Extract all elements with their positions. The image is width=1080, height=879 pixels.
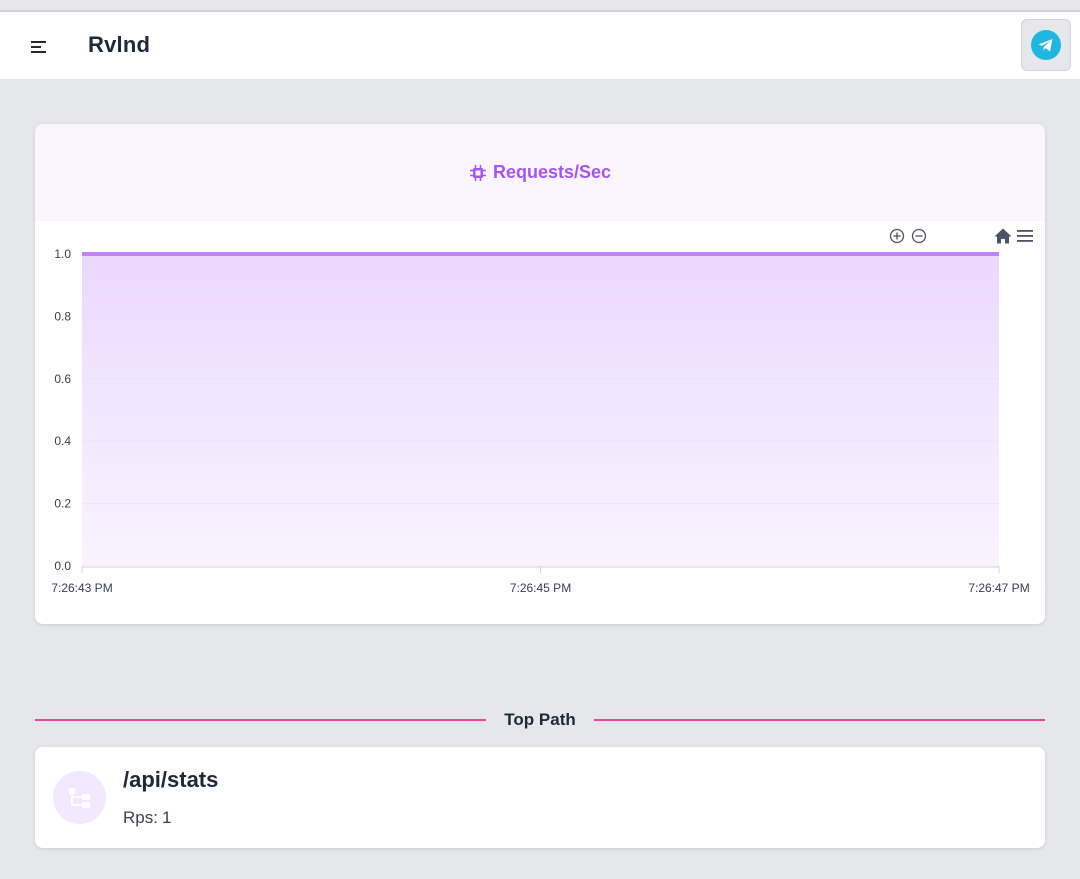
y-tick-label: 0.6 xyxy=(54,372,71,386)
tree-structure-icon xyxy=(68,787,90,808)
path-avatar xyxy=(53,771,106,824)
series-area xyxy=(82,254,999,566)
chart-card-header: Requests/Sec xyxy=(35,124,1045,221)
path-rps: Rps: 1 xyxy=(123,808,171,828)
requests-chart-card: Requests/Sec 0.0 0.2 0.4 0.6 0.8 1.0 7:26:43 P… xyxy=(35,124,1045,624)
telegram-button[interactable] xyxy=(1021,19,1071,71)
menu-button[interactable] xyxy=(22,30,56,64)
zoom-out-icon[interactable] xyxy=(911,228,927,244)
home-reset-icon[interactable] xyxy=(994,228,1012,244)
hamburger-menu-icon[interactable] xyxy=(1017,230,1033,242)
y-tick-label: 0.0 xyxy=(54,559,71,573)
requests-chart: 0.0 0.2 0.4 0.6 0.8 1.0 7:26:43 PM 7:26:45 PM 7:… xyxy=(51,228,1033,595)
cpu-chip-icon xyxy=(469,164,486,181)
divider-line-left xyxy=(35,719,487,721)
x-tick-label: 7:26:45 PM xyxy=(510,581,571,595)
rps-label: Rps: xyxy=(123,808,158,827)
top-path-heading: Top Path xyxy=(504,710,576,729)
rps-value: 1 xyxy=(161,808,172,827)
navbar: Rvlnd xyxy=(0,12,1080,80)
top-path-card: /api/stats Rps: 1 xyxy=(35,747,1045,848)
chart-title: Requests/Sec xyxy=(492,162,612,182)
y-tick-label: 1.0 xyxy=(54,247,71,261)
telegram-icon xyxy=(1031,30,1061,60)
x-tick-label: 7:26:43 PM xyxy=(51,581,112,595)
menu-icon xyxy=(31,41,46,53)
app-title: Rvlnd xyxy=(88,32,151,57)
top-path-divider: Top Path xyxy=(35,706,1046,734)
x-tick-label: 7:26:47 PM xyxy=(968,581,1029,595)
y-tick-label: 0.4 xyxy=(54,434,71,448)
zoom-in-icon[interactable] xyxy=(889,228,905,244)
path-name: /api/stats xyxy=(123,767,219,792)
y-tick-label: 0.2 xyxy=(54,497,71,511)
divider-line-right xyxy=(593,719,1046,721)
y-tick-label: 0.8 xyxy=(54,309,71,323)
